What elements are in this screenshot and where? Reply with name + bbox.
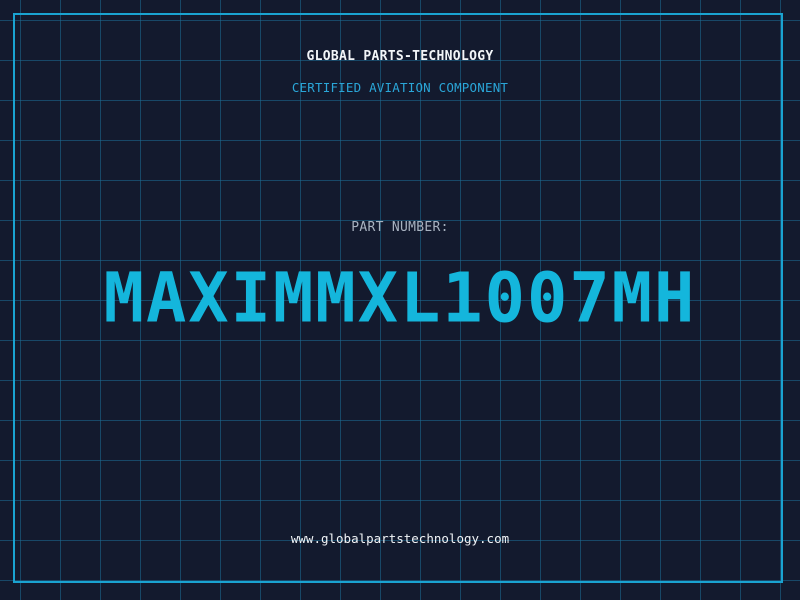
website-link[interactable]: www.globalpartstechnology.com <box>0 531 800 546</box>
part-number-value: MAXIMMXL1007MH <box>103 258 697 338</box>
certification-tagline: CERTIFIED AVIATION COMPONENT <box>291 80 509 95</box>
company-name: GLOBAL PARTS-TECHNOLOGY <box>306 49 494 64</box>
part-number-label: PART NUMBER: <box>351 220 449 235</box>
